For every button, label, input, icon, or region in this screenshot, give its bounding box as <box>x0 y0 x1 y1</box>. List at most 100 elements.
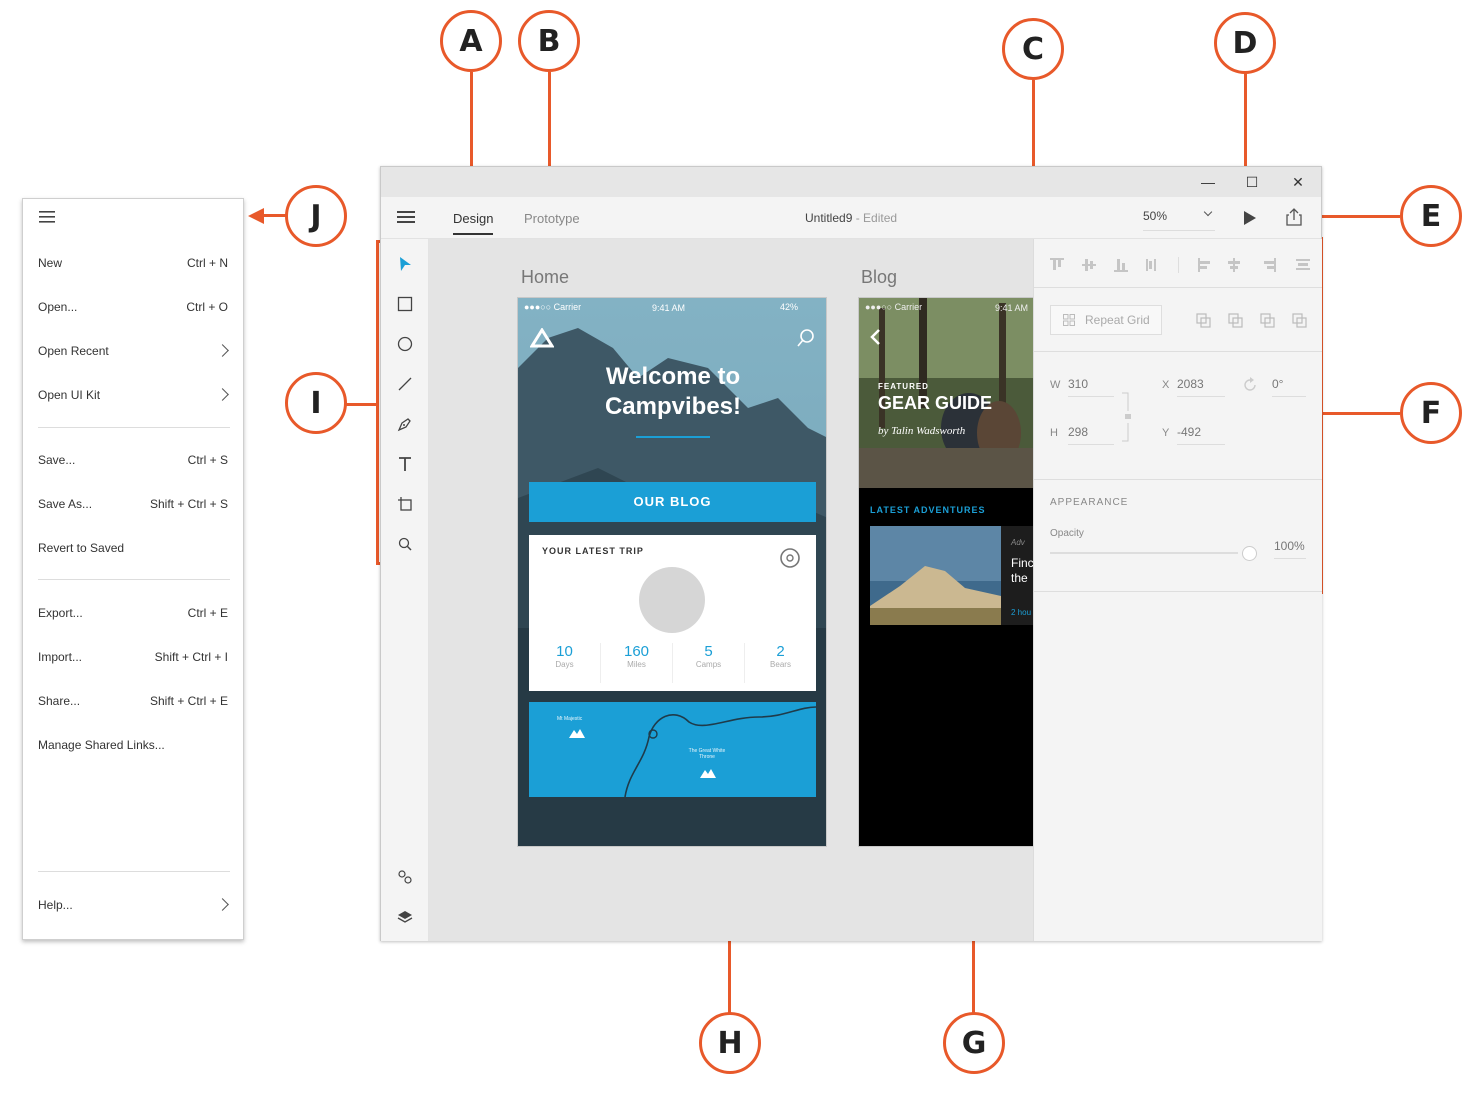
symbols-icon[interactable] <box>395 867 415 887</box>
divider <box>1034 479 1322 480</box>
select-tool-icon[interactable] <box>395 254 415 274</box>
card-title-line-1: Finc <box>1011 556 1033 570</box>
search-icon[interactable] <box>796 328 816 348</box>
maximize-button[interactable]: ☐ <box>1237 172 1267 192</box>
menu-item-open-recent[interactable]: Open Recent <box>38 344 109 358</box>
minimize-button[interactable]: — <box>1193 172 1223 192</box>
menu-item-open-ui-kit[interactable]: Open UI Kit <box>38 388 100 402</box>
tab-design[interactable]: Design <box>453 211 493 226</box>
status-carrier: ●●●○○ Carrier <box>524 302 582 312</box>
artboard-title-blog[interactable]: Blog <box>861 267 897 288</box>
headline-line-1: Welcome to <box>605 363 741 390</box>
x-field[interactable]: 2083 <box>1177 375 1225 397</box>
callout-f: F <box>1400 382 1462 444</box>
latest-trip-card[interactable]: YOUR LATEST TRIP 10 Days 160 Miles 5 Camps … <box>529 535 816 691</box>
height-field[interactable]: 298 <box>1068 423 1114 445</box>
y-field[interactable]: -492 <box>1177 423 1225 445</box>
layers-icon[interactable] <box>395 907 415 927</box>
tab-prototype[interactable]: Prototype <box>524 211 580 226</box>
active-tab-indicator <box>453 233 493 235</box>
callout-b: B <box>518 10 580 72</box>
compass-icon[interactable] <box>779 547 801 569</box>
appearance-heading: APPEARANCE <box>1050 497 1129 508</box>
lock-aspect-icon[interactable] <box>1120 391 1132 443</box>
opacity-field[interactable]: 100% <box>1274 537 1306 559</box>
trip-card-title: YOUR LATEST TRIP <box>542 546 644 556</box>
menu-item-help[interactable]: Help... <box>38 898 73 912</box>
mountain-marker-icon <box>569 729 585 738</box>
rotation-field[interactable]: 0° <box>1272 375 1306 397</box>
divider <box>1034 287 1322 288</box>
chevron-right-icon <box>216 344 229 357</box>
status-time: 9:41 AM <box>652 303 686 313</box>
rotate-icon <box>1244 377 1256 391</box>
callout-i: I <box>285 372 347 434</box>
hamburger-menu-icon[interactable] <box>397 210 415 224</box>
menu-item-share[interactable]: Share... <box>38 694 80 708</box>
width-field[interactable]: 310 <box>1068 375 1114 397</box>
artboard-title-home[interactable]: Home <box>521 267 569 288</box>
pen-tool-icon[interactable] <box>395 414 415 434</box>
menu-divider <box>38 427 230 428</box>
blog-status-carrier: ●●●○○ Carrier <box>865 302 923 312</box>
text-tool-icon[interactable] <box>395 454 415 474</box>
chevron-down-icon <box>1203 207 1213 217</box>
close-button[interactable]: ✕ <box>1283 172 1313 192</box>
artboard-tool-icon[interactable] <box>395 494 415 514</box>
trip-stats: 10 Days 160 Miles 5 Camps 2 Bears <box>529 643 816 683</box>
status-battery: 42% <box>780 302 799 312</box>
headline-line-2: Campvibes! <box>604 393 742 420</box>
share-icon[interactable] <box>1286 208 1302 226</box>
welcome-headline: Welcome to Campvibes! <box>518 362 826 422</box>
shortcut-share: Shift + Ctrl + E <box>149 694 228 708</box>
menu-item-open[interactable]: Open... <box>38 300 77 314</box>
card-title-line-2: the <box>1011 571 1028 585</box>
adventure-thumbnail[interactable] <box>870 526 1001 625</box>
zoom-tool-icon[interactable] <box>395 534 415 554</box>
trip-map[interactable]: Mt Majestic The Great White Throne <box>529 702 816 797</box>
document-title: Untitled9 - Edited <box>805 211 898 225</box>
menu-hamburger-icon[interactable] <box>39 211 55 223</box>
rectangle-tool-icon[interactable] <box>395 294 415 314</box>
bracket-i-v <box>376 240 379 565</box>
repeat-grid-button[interactable]: Repeat Grid <box>1050 305 1162 335</box>
opacity-slider-track[interactable] <box>1050 552 1238 554</box>
callout-e: E <box>1400 185 1462 247</box>
shortcut-save-as: Shift + Ctrl + S <box>149 497 228 511</box>
menu-item-import[interactable]: Import... <box>38 650 82 664</box>
blog-status-time: 9:41 AM <box>995 303 1029 313</box>
canvas-area[interactable]: Home Blog ●●●○○ Carrier 9:41 AM 42% Welc… <box>429 239 1033 941</box>
card-kicker: Adv <box>1011 538 1025 547</box>
callout-g: G <box>943 1012 1005 1074</box>
width-label: W <box>1050 379 1061 391</box>
menu-item-save[interactable]: Save... <box>38 453 75 467</box>
campvibes-logo-icon <box>530 328 554 348</box>
play-preview-icon[interactable] <box>1243 210 1257 226</box>
arrow-j-icon <box>248 208 264 224</box>
opacity-slider-thumb[interactable] <box>1242 546 1257 561</box>
adventure-card-text[interactable]: Adv Finc the 2 hou <box>1001 526 1033 625</box>
height-label: H <box>1050 427 1058 439</box>
menu-item-export[interactable]: Export... <box>38 606 83 620</box>
zoom-value: 50% <box>1143 209 1168 223</box>
stat-camps: 5 Camps <box>673 643 745 683</box>
menu-item-revert[interactable]: Revert to Saved <box>38 541 124 555</box>
menu-item-save-as[interactable]: Save As... <box>38 497 92 511</box>
grid-icon <box>1063 314 1075 326</box>
menu-item-manage-links[interactable]: Manage Shared Links... <box>38 738 165 752</box>
stat-miles: 160 Miles <box>601 643 673 683</box>
latest-adventures-heading: LATEST ADVENTURES <box>870 505 986 515</box>
back-chevron-icon[interactable] <box>869 328 881 346</box>
artboard-home[interactable]: ●●●○○ Carrier 9:41 AM 42% Welcome to Cam… <box>517 297 827 847</box>
our-blog-button[interactable]: OUR BLOG <box>529 482 816 522</box>
boolean-ops-icons[interactable] <box>1196 313 1316 329</box>
card-time: 2 hou <box>1011 608 1032 617</box>
property-inspector: Repeat Grid W 310 H 298 X 2083 Y -492 0°… <box>1033 239 1322 941</box>
ellipse-tool-icon[interactable] <box>395 334 415 354</box>
chevron-right-icon <box>216 898 229 911</box>
line-tool-icon[interactable] <box>395 374 415 394</box>
menu-item-new[interactable]: New <box>38 256 62 270</box>
zoom-dropdown[interactable]: 50% <box>1143 207 1215 231</box>
artboard-blog[interactable]: ●●●○○ Carrier 9:41 AM FEATURED GEAR GUID… <box>858 297 1033 847</box>
gear-guide-headline: GEAR GUIDE <box>878 393 993 413</box>
